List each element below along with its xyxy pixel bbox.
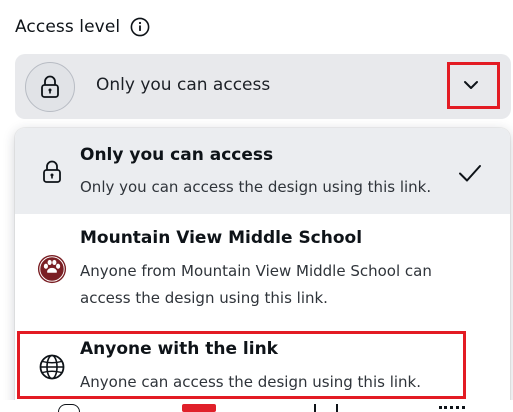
option-icon bbox=[37, 157, 67, 187]
share-access-panel: Access level Only you can access Only yo… bbox=[0, 0, 513, 412]
checkmark-icon bbox=[459, 165, 481, 182]
access-level-label: Access level bbox=[15, 17, 121, 37]
access-level-header: Access level bbox=[15, 14, 150, 40]
lock-icon bbox=[43, 160, 61, 183]
option-icon bbox=[37, 352, 67, 382]
globe-icon bbox=[39, 354, 65, 380]
chevron-down-icon bbox=[464, 81, 478, 89]
access-level-selected-value: Only you can access bbox=[96, 75, 271, 95]
background-red-element bbox=[182, 404, 216, 412]
option-title: Anyone with the link bbox=[80, 339, 278, 359]
info-icon[interactable] bbox=[130, 17, 150, 37]
option-title: Only you can access bbox=[80, 145, 274, 165]
school-logo-icon bbox=[37, 254, 67, 284]
option-anyone-with-link[interactable]: Anyone with the link Anyone can access t… bbox=[15, 322, 510, 408]
option-description: Only you can access the design using thi… bbox=[80, 178, 432, 196]
access-level-dropdown-menu: Only you can access Only you can access … bbox=[15, 128, 510, 412]
option-only-you[interactable]: Only you can access Only you can access … bbox=[15, 128, 510, 214]
lock-icon-badge bbox=[25, 62, 75, 112]
background-toolbar-hint bbox=[0, 400, 513, 412]
background-icon bbox=[58, 404, 80, 412]
access-level-dropdown-toggle[interactable] bbox=[449, 63, 493, 107]
option-description-line-2: access the design using this link. bbox=[80, 289, 328, 307]
option-icon bbox=[37, 254, 67, 284]
access-level-select[interactable]: Only you can access bbox=[15, 54, 511, 119]
option-description-line-1: Anyone from Mountain View Middle School … bbox=[80, 262, 432, 280]
option-school[interactable]: Mountain View Middle School Anyone from … bbox=[15, 214, 510, 322]
option-description: Anyone can access the design using this … bbox=[80, 373, 421, 391]
more-options-icon bbox=[439, 406, 465, 412]
background-icon bbox=[314, 404, 338, 412]
option-title: Mountain View Middle School bbox=[80, 228, 363, 248]
lock-icon bbox=[41, 75, 59, 98]
